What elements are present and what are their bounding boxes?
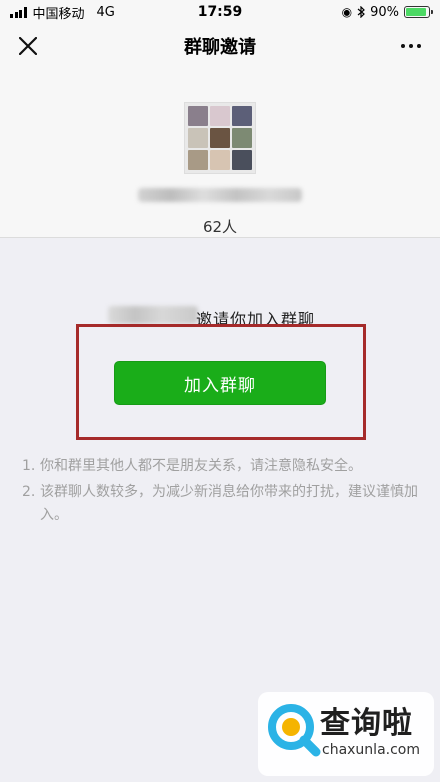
member-avatar-tile [232,128,252,148]
join-group-button[interactable]: 加入群聊 [114,361,326,405]
member-avatar-tile [210,150,230,170]
battery-level [406,8,426,16]
group-avatar [184,102,256,174]
note-item: 1. 你和群里其他人都不是朋友关系，请注意隐私安全。 [22,455,422,478]
bluetooth-icon [357,6,365,18]
member-avatar-tile [232,150,252,170]
note-item: 2. 该群聊人数较多，为减少新消息给你带来的打扰，建议谨慎加入。 [22,481,422,527]
member-avatar-tile [210,128,230,148]
note-number: 1. [22,458,36,474]
member-avatar-tile [210,106,230,126]
carrier-name: 中国移动 [32,6,85,22]
page-title: 群聊邀请 [184,37,256,58]
network-type: 4G [96,4,115,20]
nav-bar: 群聊邀请 [0,24,440,68]
member-avatar-tile [188,128,208,148]
notes: 1. 你和群里其他人都不是朋友关系，请注意隐私安全。 2. 该群聊人数较多，为减… [22,455,422,527]
inviter-name-blurred [108,306,198,324]
watermark-domain: chaxunla.com [322,742,420,758]
note-number: 2. [22,484,36,500]
member-avatar-tile [188,150,208,170]
watermark: 查询啦 chaxunla.com [258,692,434,776]
battery-icon [404,6,433,18]
status-right: ◉ 90% [341,4,433,20]
watermark-name: 查询啦 [320,706,413,741]
status-left: 中国移动 4G [10,3,115,22]
watermark-logo-icon [268,704,321,757]
note-text: 你和群里其他人都不是朋友关系，请注意隐私安全。 [40,458,362,474]
signal-strength-icon [10,6,27,18]
member-count: 62人 [202,218,238,236]
note-text: 该群聊人数较多，为减少新消息给你带来的打扰，建议谨慎加入。 [40,484,418,523]
more-dots-icon[interactable] [396,32,426,60]
group-name-blurred [138,188,302,202]
battery-percent: 90% [370,4,399,20]
close-icon[interactable] [14,32,42,60]
orientation-lock-icon: ◉ [341,5,353,19]
member-avatar-tile [188,106,208,126]
member-avatar-tile [232,106,252,126]
group-header: 62人 [0,68,440,238]
status-bar: 中国移动 4G 17:59 ◉ 90% [0,0,440,24]
